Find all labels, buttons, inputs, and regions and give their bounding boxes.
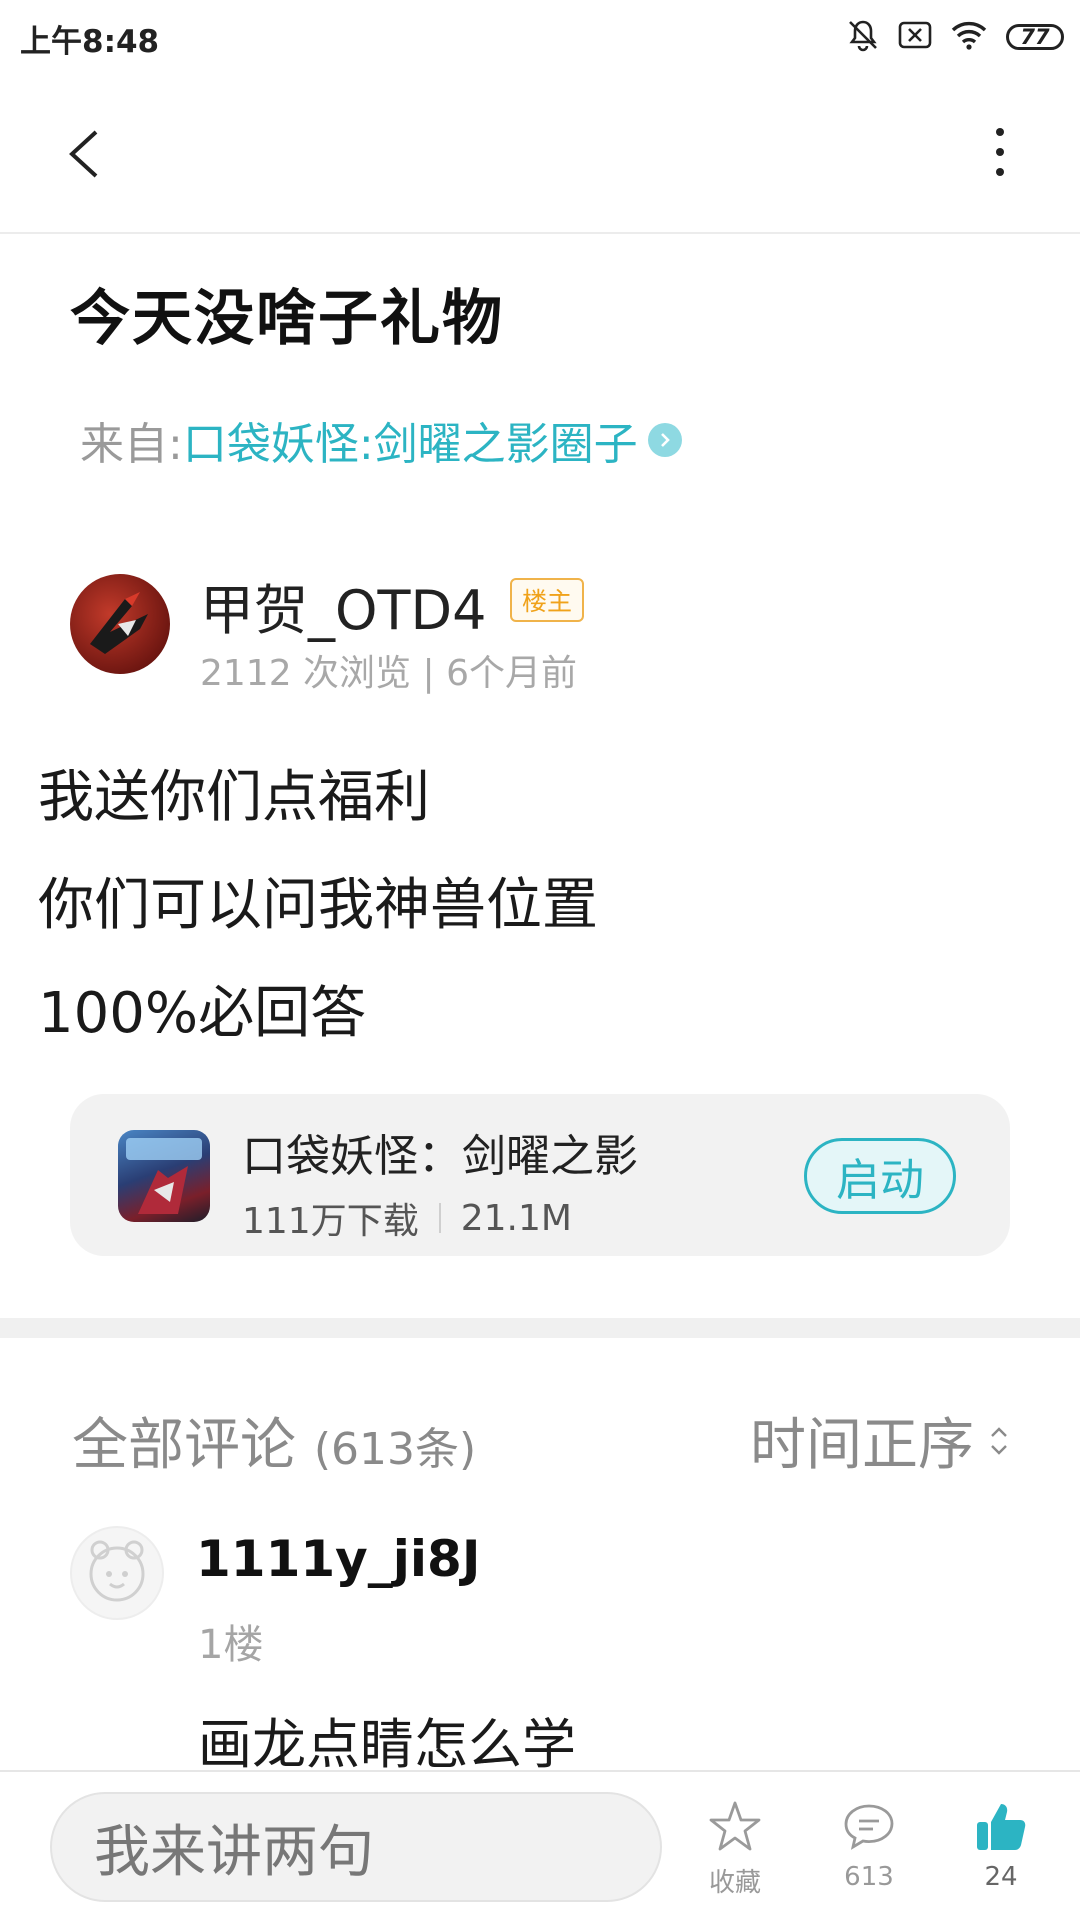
game-card[interactable]: 口袋妖怪：剑曜之影 111万下载 21.1M 启动 bbox=[70, 1094, 1010, 1256]
circle-source-row[interactable]: 来自: 口袋妖怪:剑曜之影圈子 bbox=[80, 408, 682, 472]
more-options-button[interactable] bbox=[976, 122, 1024, 182]
post-body-line: 你们可以问我神兽位置 bbox=[38, 873, 598, 938]
game-name: 口袋妖怪：剑曜之影 bbox=[242, 1131, 638, 1182]
reply-input[interactable]: 我来讲两句 bbox=[50, 1792, 662, 1902]
like-count: 24 bbox=[984, 1862, 1018, 1892]
bottom-action-bar: 我来讲两句 收藏 613 24 bbox=[0, 1770, 1080, 1922]
game-downloads: 111万下载 bbox=[242, 1201, 419, 1242]
favorite-button[interactable]: 收藏 bbox=[690, 1798, 780, 1899]
op-badge: 楼主 bbox=[510, 578, 585, 622]
comment-bubble-icon bbox=[844, 1804, 894, 1850]
battery-icon: 77 bbox=[1006, 24, 1064, 50]
back-button[interactable] bbox=[60, 124, 120, 184]
game-stats: 111万下载 21.1M bbox=[242, 1192, 572, 1244]
commenter-avatar[interactable] bbox=[70, 1526, 164, 1620]
thumbs-up-icon bbox=[977, 1804, 1026, 1850]
chevron-left-icon bbox=[69, 130, 98, 178]
commenter-name[interactable]: 1111y_ji8J bbox=[196, 1530, 480, 1588]
post-body-line: 我送你们点福利 bbox=[38, 765, 430, 830]
game-size: 21.1M bbox=[460, 1197, 572, 1239]
from-label: 来自: bbox=[80, 419, 183, 470]
stat-divider bbox=[438, 1203, 441, 1233]
like-button[interactable]: 24 bbox=[956, 1798, 1046, 1892]
sort-toggle[interactable]: 时间正序 bbox=[750, 1400, 1010, 1481]
status-bar: 上午8:48 77 bbox=[0, 0, 1080, 72]
comment-button[interactable]: 613 bbox=[824, 1798, 914, 1892]
top-nav-bar bbox=[0, 72, 1080, 234]
post-body-line: 100%必回答 bbox=[38, 981, 367, 1046]
author-name[interactable]: 甲贺_OTD4 bbox=[200, 566, 486, 645]
launch-button[interactable]: 启动 bbox=[804, 1138, 956, 1214]
section-divider bbox=[0, 1318, 1080, 1338]
comments-header: 全部评论 (613条) bbox=[72, 1400, 476, 1481]
sim-cross-icon bbox=[898, 20, 932, 54]
game-icon bbox=[118, 1130, 210, 1222]
wifi-icon bbox=[950, 20, 988, 54]
bell-off-icon bbox=[846, 18, 880, 56]
floor-label: 1楼 bbox=[198, 1622, 264, 1668]
star-icon bbox=[709, 1801, 761, 1851]
comments-count: (613条) bbox=[313, 1424, 477, 1475]
author-avatar[interactable] bbox=[70, 574, 170, 674]
more-vertical-icon bbox=[996, 128, 1004, 176]
comment-count: 613 bbox=[844, 1862, 894, 1892]
favorite-label: 收藏 bbox=[708, 1868, 761, 1898]
chevron-right-icon bbox=[647, 423, 682, 457]
sort-icon bbox=[991, 1426, 1007, 1455]
circle-link[interactable]: 口袋妖怪:剑曜之影圈子 bbox=[183, 408, 638, 472]
status-icons: 77 bbox=[846, 18, 1064, 56]
sort-label: 时间正序 bbox=[750, 1413, 974, 1478]
comment-text: 画龙点睛怎么学 bbox=[198, 1713, 576, 1776]
comments-title: 全部评论 bbox=[72, 1413, 296, 1478]
post-meta: 2112 次浏览 | 6个月前 bbox=[200, 653, 577, 694]
post-title: 今天没啥子礼物 bbox=[70, 284, 504, 354]
status-time: 上午8:48 bbox=[20, 24, 160, 60]
